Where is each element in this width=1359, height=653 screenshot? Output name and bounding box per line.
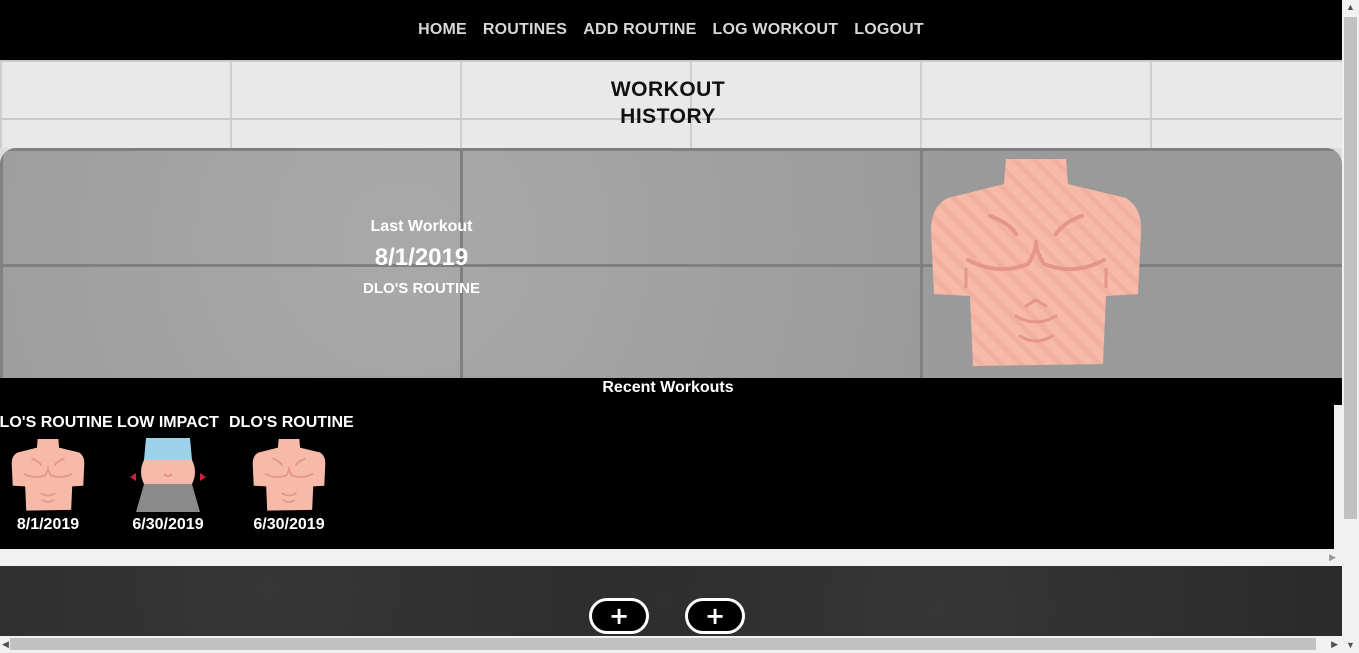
last-workout-label: Last Workout bbox=[370, 218, 473, 235]
recent-workout-item[interactable]: DLO'S ROUTINE 8/1/2019 bbox=[0, 414, 113, 534]
workout-routine-name: LOW IMPACT bbox=[117, 414, 219, 431]
nav-log-workout-link[interactable]: LOG WORKOUT bbox=[713, 21, 839, 39]
torso-icon bbox=[11, 439, 85, 511]
scroll-right-arrow-icon[interactable]: ▶ bbox=[1331, 639, 1338, 650]
last-workout-date: 8/1/2019 bbox=[374, 244, 469, 271]
belly-icon bbox=[130, 438, 206, 512]
recent-vertical-scrollbar[interactable] bbox=[1334, 405, 1342, 549]
scroll-up-arrow-icon[interactable]: ▲ bbox=[1346, 2, 1355, 12]
recent-horizontal-scrollbar[interactable]: ▶ bbox=[0, 549, 1342, 566]
workout-date: 6/30/2019 bbox=[132, 516, 204, 533]
recent-workouts-title: Recent Workouts bbox=[602, 379, 734, 396]
scroll-down-arrow-icon[interactable]: ▼ bbox=[1346, 640, 1355, 650]
nav-home-link[interactable]: HOME bbox=[418, 21, 467, 39]
nav-routines-link[interactable]: ROUTINES bbox=[483, 21, 567, 39]
scrollbar-thumb[interactable] bbox=[1344, 17, 1357, 519]
workout-date: 8/1/2019 bbox=[16, 516, 80, 533]
page-horizontal-scrollbar[interactable]: ◀ ▶ bbox=[0, 636, 1342, 653]
recent-workout-item[interactable]: DLO'S ROUTINE 6/30/2019 bbox=[229, 414, 354, 534]
recent-workout-item[interactable]: LOW IMPACT 6/30/2019 bbox=[108, 414, 228, 534]
add-button[interactable]: + bbox=[685, 598, 745, 634]
recent-workouts: Recent Workouts DLO'S ROUTINE 8/1/2019 L… bbox=[0, 378, 1342, 549]
torso-icon bbox=[931, 159, 1142, 366]
top-nav: HOME ROUTINES ADD ROUTINE LOG WORKOUT LO… bbox=[0, 0, 1342, 60]
last-workout-info: Last Workout 8/1/2019 DLO'S ROUTINE bbox=[300, 218, 543, 297]
scrollbar-thumb[interactable] bbox=[10, 638, 1316, 650]
nav-logout-link[interactable]: LOGOUT bbox=[854, 21, 924, 39]
last-workout-routine: DLO'S ROUTINE bbox=[363, 280, 480, 297]
torso-icon bbox=[252, 439, 326, 511]
workout-routine-name: DLO'S ROUTINE bbox=[0, 414, 113, 431]
scroll-left-arrow-icon[interactable]: ◀ bbox=[2, 639, 9, 650]
workout-routine-name: DLO'S ROUTINE bbox=[229, 414, 354, 431]
workout-date: 6/30/2019 bbox=[253, 516, 325, 533]
actions-section bbox=[0, 566, 1342, 638]
nav-add-routine-link[interactable]: ADD ROUTINE bbox=[583, 21, 696, 39]
add-button[interactable]: + bbox=[589, 598, 649, 634]
scroll-right-arrow-icon[interactable]: ▶ bbox=[1329, 552, 1336, 563]
page-title: WORKOUT HISTORY bbox=[610, 78, 726, 128]
page-vertical-scrollbar[interactable]: ▲ ▼ bbox=[1342, 0, 1359, 653]
